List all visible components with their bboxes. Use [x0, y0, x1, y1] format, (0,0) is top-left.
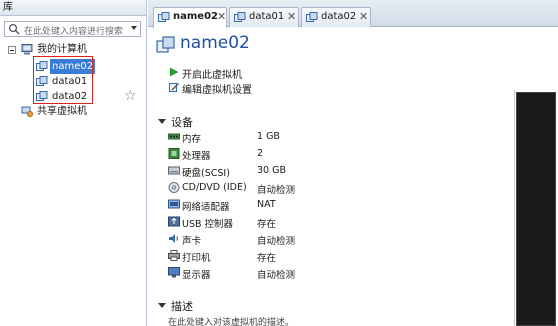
search-icon — [8, 23, 20, 35]
device-name: USB 控制器 — [182, 219, 234, 230]
vm-icon — [306, 12, 318, 22]
device-value: NAT — [257, 199, 276, 210]
usb-icon — [168, 216, 180, 227]
devices-section-header[interactable]: 设备 — [158, 114, 238, 129]
cpu-icon — [168, 148, 180, 159]
vm-details-area: name02 ✕ data01 ✕ data02 ✕ name02 开启此虚拟机… — [148, 0, 558, 326]
tab-bar: name02 ✕ data01 ✕ data02 ✕ — [148, 0, 558, 28]
display-icon — [168, 267, 180, 278]
action-label: 编辑虚拟机设置 — [182, 85, 252, 96]
printer-icon — [168, 250, 180, 261]
device-row-processor[interactable]: 处理器 2 — [168, 146, 368, 162]
device-row-cd-dvd[interactable]: CD/DVD (IDE) 自动检测 — [168, 180, 368, 196]
sound-card-icon — [169, 234, 178, 243]
vm-icon — [158, 12, 170, 22]
device-value: 自动检测 — [257, 236, 296, 247]
close-tab-icon[interactable]: ✕ — [359, 10, 368, 23]
device-name: 声卡 — [182, 236, 202, 247]
device-value: 1 GB — [257, 131, 280, 142]
tab-label: data02 — [321, 11, 357, 22]
vm-title: name02 — [180, 33, 250, 53]
library-title: 库 — [0, 0, 146, 16]
tab-label: data01 — [249, 11, 285, 22]
network-adapter-icon — [168, 199, 180, 209]
device-name: 内存 — [182, 134, 202, 145]
device-row-hard-disk[interactable]: 硬盘(SCSI) 30 GB — [168, 163, 368, 179]
memory-icon — [168, 133, 180, 140]
device-value: 自动检测 — [257, 270, 296, 281]
action-label: 开启此虚拟机 — [182, 70, 242, 81]
cd-dvd-icon — [168, 182, 180, 193]
device-value: 自动检测 — [257, 185, 296, 196]
device-name: 处理器 — [182, 151, 211, 162]
collapse-arrow-icon — [158, 303, 166, 308]
device-name: 硬盘(SCSI) — [182, 168, 230, 179]
close-tab-icon[interactable]: ✕ — [287, 10, 296, 23]
collapse-arrow-icon — [158, 119, 166, 124]
tree-item-my-computer[interactable]: 我的计算机 — [0, 42, 140, 57]
device-row-memory[interactable]: 内存 1 GB — [168, 129, 368, 145]
library-panel: 库 在此处键入内容进行搜索 我的计算机 name02 data01 data02… — [0, 0, 147, 326]
tree-root-label: 我的计算机 — [37, 44, 87, 55]
tree-shared-label: 共享虚拟机 — [37, 106, 87, 117]
tab-name02[interactable]: name02 ✕ — [153, 7, 227, 28]
vm-large-icon — [156, 36, 175, 53]
hard-disk-icon — [168, 166, 180, 175]
device-row-network-adapter[interactable]: 网络适配器 NAT — [168, 197, 368, 213]
close-tab-icon[interactable]: ✕ — [217, 10, 226, 23]
power-on-vm-link[interactable]: 开启此虚拟机 — [169, 66, 279, 81]
device-name: 打印机 — [182, 253, 211, 264]
device-row-display[interactable]: 显示器 自动检测 — [168, 265, 368, 281]
device-row-usb-controller[interactable]: USB 控制器 存在 — [168, 214, 368, 230]
vm-screen-preview[interactable] — [516, 92, 556, 326]
library-search-input[interactable]: 在此处键入内容进行搜索 — [4, 21, 141, 37]
preview-frame — [514, 90, 515, 326]
edit-settings-icon — [169, 83, 179, 92]
vm-icon — [234, 12, 246, 22]
description-placeholder[interactable]: 在此处键入对该虚拟机的描述。 — [168, 315, 294, 326]
shared-vm-icon — [21, 106, 33, 117]
device-row-sound-card[interactable]: 声卡 自动检测 — [168, 231, 368, 247]
collapse-toggle-icon[interactable] — [8, 46, 16, 54]
device-value: 存在 — [257, 253, 277, 264]
device-row-printer[interactable]: 打印机 存在 — [168, 248, 368, 264]
search-dropdown-icon[interactable] — [131, 26, 137, 30]
edit-vm-settings-link[interactable]: 编辑虚拟机设置 — [169, 81, 289, 96]
play-icon — [170, 67, 179, 77]
tab-label: name02 — [173, 11, 218, 22]
device-name: 显示器 — [182, 270, 211, 281]
description-section-header[interactable]: 描述 — [158, 298, 238, 313]
device-name: CD/DVD (IDE) — [182, 182, 247, 193]
search-placeholder: 在此处键入内容进行搜索 — [24, 27, 124, 37]
highlight-box — [33, 56, 93, 104]
device-value: 30 GB — [257, 165, 286, 176]
tree-item-shared-vms[interactable]: 共享虚拟机 — [0, 104, 140, 119]
section-title: 设备 — [171, 116, 193, 129]
section-title: 描述 — [171, 300, 193, 313]
device-value: 存在 — [257, 219, 277, 230]
device-name: 网络适配器 — [182, 202, 230, 213]
computer-icon — [21, 44, 33, 55]
favorite-star-icon[interactable]: ☆ — [124, 89, 137, 103]
tab-data01[interactable]: data01 ✕ — [229, 7, 299, 27]
device-value: 2 — [257, 148, 264, 159]
tab-data02[interactable]: data02 ✕ — [301, 7, 371, 27]
